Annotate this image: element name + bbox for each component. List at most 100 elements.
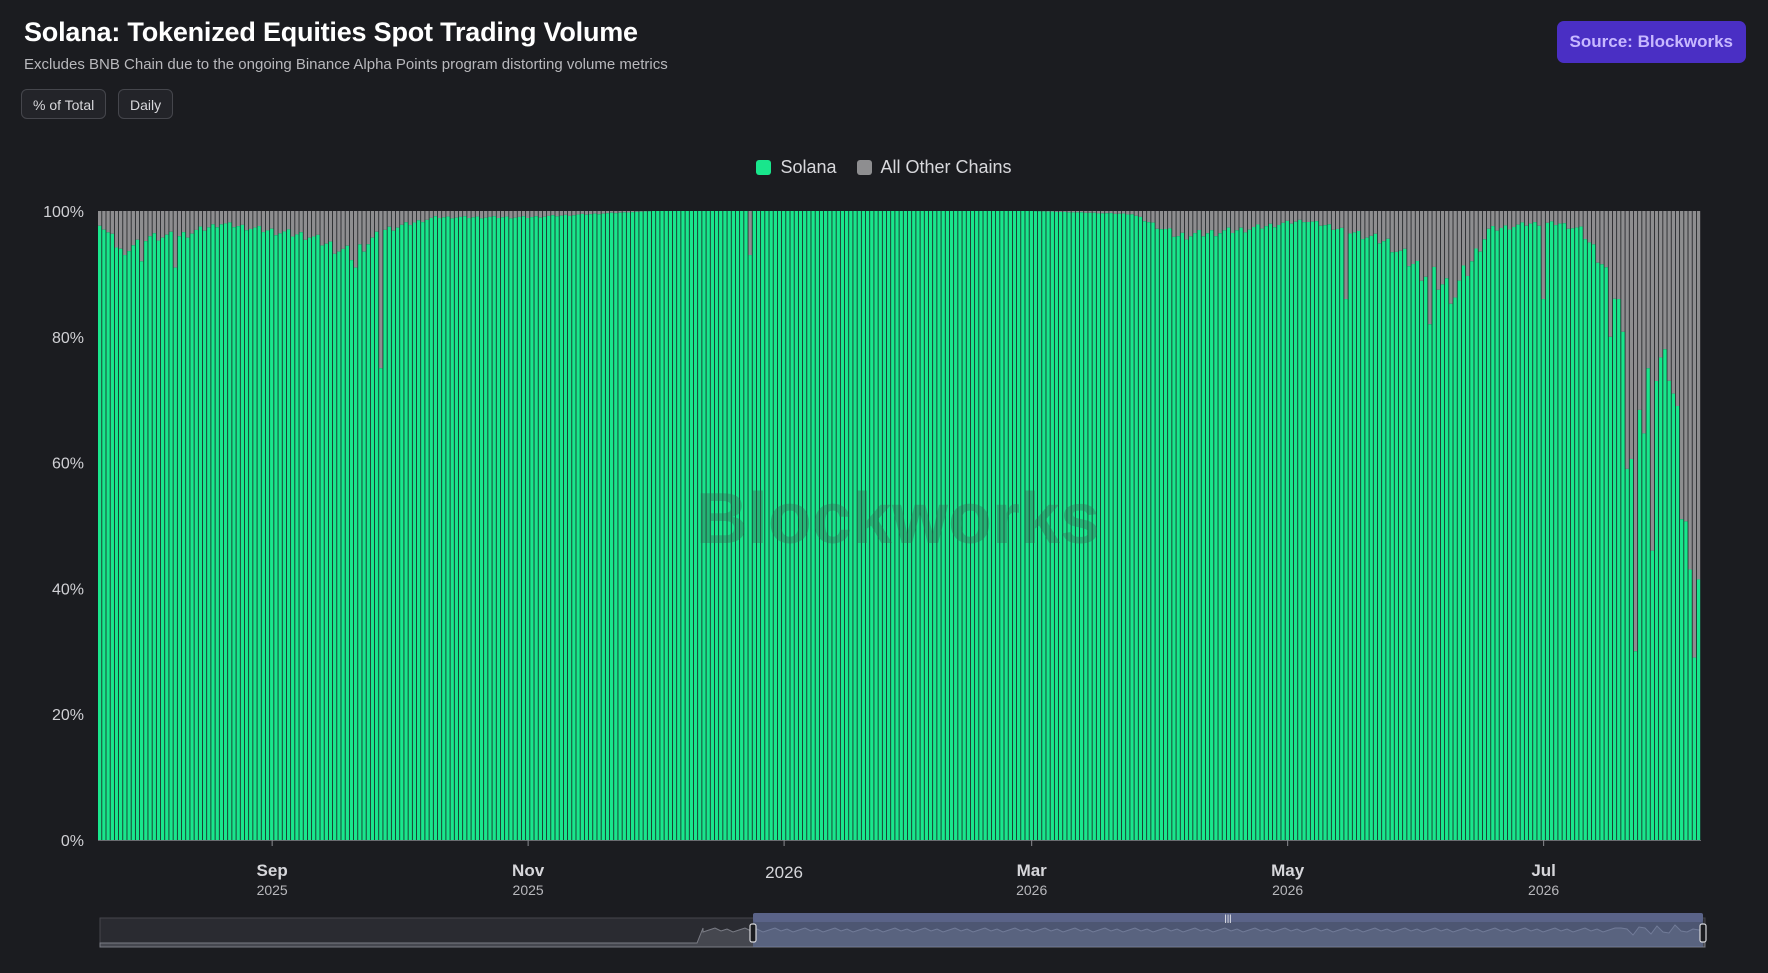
bar-solana <box>228 222 232 841</box>
bar-other-chains <box>450 211 454 219</box>
bar-solana <box>1180 232 1185 841</box>
bar-other-chains <box>1621 211 1625 332</box>
bar-solana <box>240 224 245 840</box>
bar-solana <box>114 247 119 840</box>
bar-other-chains <box>1390 211 1394 253</box>
bar-solana <box>1591 244 1596 841</box>
bar-solana <box>383 229 387 840</box>
bar-other-chains <box>1092 211 1096 213</box>
bar-solana <box>1411 264 1415 840</box>
bar-solana <box>110 233 114 840</box>
bar-other-chains <box>1470 211 1474 262</box>
bar-solana <box>1231 233 1235 840</box>
bar-solana <box>647 211 652 840</box>
bar-solana <box>1621 331 1625 840</box>
bar-solana <box>400 224 404 840</box>
bar-solana <box>1356 231 1361 840</box>
bar-solana <box>261 232 266 840</box>
bar-other-chains <box>475 211 480 217</box>
bar-other-chains <box>110 211 114 234</box>
bar-other-chains <box>1684 211 1688 522</box>
bar-other-chains <box>274 211 278 236</box>
navigator-grip-icon[interactable]: ||| <box>1224 913 1231 923</box>
bar-other-chains <box>1084 211 1088 213</box>
bar-other-chains <box>286 211 291 230</box>
bar-other-chains <box>1650 211 1655 551</box>
x-tick-sublabel: 2026 <box>1528 882 1559 898</box>
range-navigator[interactable]: ||| <box>99 913 1707 948</box>
navigator-left-handle[interactable] <box>749 923 757 943</box>
chart-svg: Blockworks 0% 20% 40% 60% 80% 100% Sep 2025 Nov 2… <box>43 204 1707 948</box>
bar-solana <box>194 229 198 840</box>
bar-other-chains <box>139 211 144 262</box>
bar-solana <box>1394 251 1399 840</box>
bar-other-chains <box>1361 211 1365 240</box>
bar-solana <box>1239 227 1243 841</box>
bar-solana <box>1457 280 1462 841</box>
y-tick-label: 60% <box>52 456 84 473</box>
bar-other-chains <box>404 211 408 223</box>
bar-other-chains <box>370 211 375 238</box>
bar-solana <box>106 232 110 840</box>
bar-solana <box>416 220 421 840</box>
bar-solana <box>1251 226 1256 841</box>
bar-solana <box>467 218 471 840</box>
bar-other-chains <box>1163 211 1168 230</box>
bar-solana <box>391 230 396 840</box>
bar-solana <box>1491 226 1495 841</box>
bar-solana <box>597 214 601 840</box>
bar-other-chains <box>1453 211 1457 298</box>
bar-solana <box>458 216 463 841</box>
bar-solana <box>567 215 572 840</box>
bar-other-chains <box>253 211 257 228</box>
bar-other-chains <box>324 211 328 244</box>
bar-solana <box>131 245 135 841</box>
bar-other-chains <box>1541 211 1545 300</box>
bar-other-chains <box>1382 211 1386 242</box>
bar-solana <box>1516 224 1520 840</box>
bar-other-chains <box>412 211 417 223</box>
bar-other-chains <box>1243 211 1247 233</box>
bar-other-chains <box>1419 211 1424 281</box>
navigator-right-handle[interactable] <box>1699 923 1707 943</box>
bar-other-chains <box>379 211 383 369</box>
bar-other-chains <box>547 211 551 216</box>
bar-other-chains <box>1260 211 1264 229</box>
bar-other-chains <box>228 211 232 223</box>
bar-other-chains <box>160 211 165 238</box>
bar-other-chains <box>1050 211 1054 212</box>
bar-solana <box>1113 213 1117 840</box>
bar-other-chains <box>194 211 198 230</box>
bar-solana <box>1331 229 1336 841</box>
bar-other-chains <box>395 211 400 228</box>
bar-solana <box>1277 224 1281 841</box>
bar-other-chains <box>1646 211 1650 369</box>
bar-other-chains <box>1356 211 1361 231</box>
bar-other-chains <box>1344 211 1348 300</box>
bar-solana <box>1545 222 1550 841</box>
bar-solana <box>1117 213 1122 840</box>
bar-solana <box>408 225 412 841</box>
bar-other-chains <box>186 211 190 238</box>
bar-other-chains <box>429 211 433 218</box>
bar-solana <box>639 211 643 840</box>
y-tick-label: 80% <box>52 330 84 347</box>
bar-solana <box>1272 227 1277 840</box>
bar-solana <box>1495 230 1499 841</box>
bar-solana <box>496 218 501 840</box>
x-tick-label: Sep <box>257 861 288 880</box>
bar-solana <box>1629 458 1634 840</box>
bar-solana <box>1587 242 1592 840</box>
bar-other-chains <box>505 211 509 217</box>
bar-other-chains <box>223 211 228 224</box>
bar-solana <box>404 222 408 841</box>
bar-other-chains <box>106 211 110 233</box>
bar-solana <box>1344 299 1348 840</box>
bar-solana <box>643 211 647 841</box>
bar-solana <box>207 227 211 841</box>
bar-solana <box>1570 228 1575 840</box>
bar-solana <box>1226 227 1231 841</box>
bar-other-chains <box>190 211 194 234</box>
bar-solana <box>475 216 480 840</box>
bar-solana <box>1235 230 1239 841</box>
